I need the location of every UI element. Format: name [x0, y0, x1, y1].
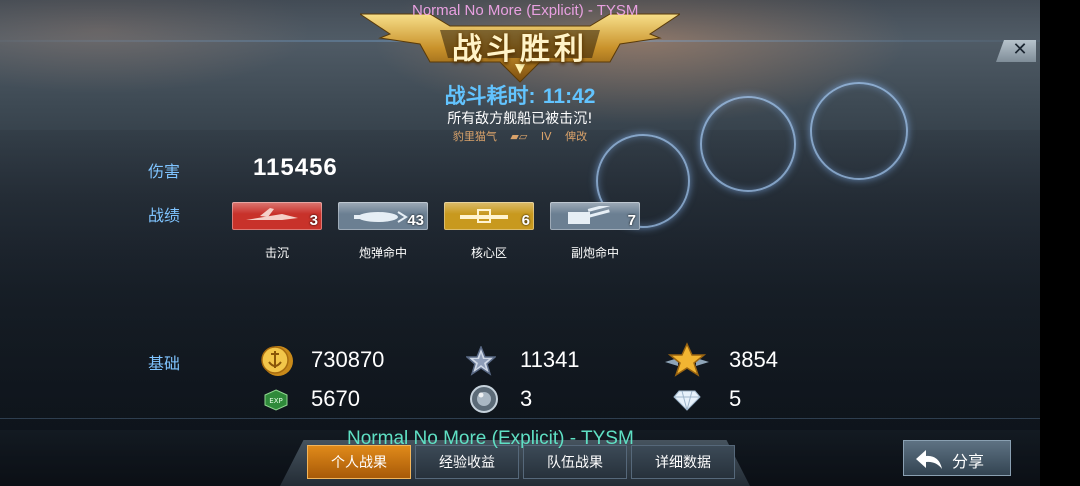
ring-decoration — [810, 82, 908, 180]
diamond-value: 5 — [729, 386, 742, 411]
gold-value: 730870 — [311, 347, 385, 372]
medal-caption: 核心区 — [470, 246, 507, 260]
diamond-icon — [673, 390, 701, 411]
tab-personal-results[interactable]: 个人战果 — [307, 445, 411, 479]
now-playing-overlay-top: Normal No More (Explicit) - TYSM — [412, 2, 639, 19]
victory-title: 战斗胜利 — [452, 32, 588, 67]
citadel-icon — [460, 209, 508, 223]
medal-count: 6 — [521, 212, 530, 229]
back-arrow-icon — [916, 450, 942, 469]
steel-value: 3 — [520, 386, 533, 411]
gold-star-value: 3854 — [729, 347, 778, 372]
medal-count: 43 — [407, 212, 424, 229]
medal-count: 3 — [309, 212, 318, 229]
medal-shell-hits[interactable]: 43 — [338, 202, 428, 230]
exp-icon: EXP — [264, 389, 288, 411]
steel-orb-icon — [470, 385, 498, 413]
exp-value: 5670 — [311, 386, 360, 411]
share-label: 分享 — [952, 452, 985, 471]
tab-exp-income[interactable]: 经验收益 — [415, 445, 519, 479]
silver-star-icon — [466, 346, 496, 376]
share-button[interactable]: 分享 — [903, 440, 1011, 476]
now-playing-overlay-bottom: Normal No More (Explicit) - TYSM — [347, 428, 634, 449]
damage-value: 115456 — [253, 154, 338, 181]
ship-class-icon: ▰▱ — [510, 130, 528, 143]
tab-detailed-data[interactable]: 详细数据 — [631, 445, 735, 479]
battle-result-screen: 战斗胜利 Normal No More (Explicit) - TYSM ✕ … — [0, 0, 1080, 486]
ring-decoration — [700, 96, 796, 192]
duration-label: 战斗耗时: — [444, 85, 536, 108]
gold-star-icon — [665, 342, 709, 377]
plane-sinking-icon — [246, 208, 298, 220]
medal-caption: 击沉 — [264, 246, 289, 260]
medal-caption: 炮弹命中 — [358, 246, 407, 260]
medal-citadel[interactable]: 6 — [444, 202, 534, 230]
medal-caption: 副炮命中 — [570, 246, 619, 260]
base-rewards-label: 基础 — [148, 354, 181, 373]
secondary-gun-icon — [568, 206, 610, 224]
tab-team-results[interactable]: 队伍战果 — [523, 445, 627, 479]
achievements-label: 战绩 — [148, 206, 181, 225]
ship-name: 豹里猫气 — [452, 130, 497, 143]
silver-star-value: 11341 — [520, 347, 580, 372]
gold-coin-icon — [261, 346, 293, 376]
close-icon: ✕ — [1012, 39, 1028, 60]
medal-kills[interactable]: 3 — [232, 202, 322, 230]
medal-count: 7 — [627, 212, 636, 229]
right-letterbox — [1040, 0, 1080, 486]
footer-divider — [0, 418, 1040, 419]
shell-hit-icon — [354, 211, 408, 223]
ship-tag: 俾改 — [565, 130, 588, 143]
ship-tier: IV — [540, 130, 552, 143]
duration-value: 11:42 — [542, 85, 596, 108]
medal-secondary-hits[interactable]: 7 — [550, 202, 640, 230]
svg-text:EXP: EXP — [269, 397, 282, 405]
damage-label: 伤害 — [148, 162, 181, 181]
close-button[interactable]: ✕ — [996, 40, 1036, 62]
